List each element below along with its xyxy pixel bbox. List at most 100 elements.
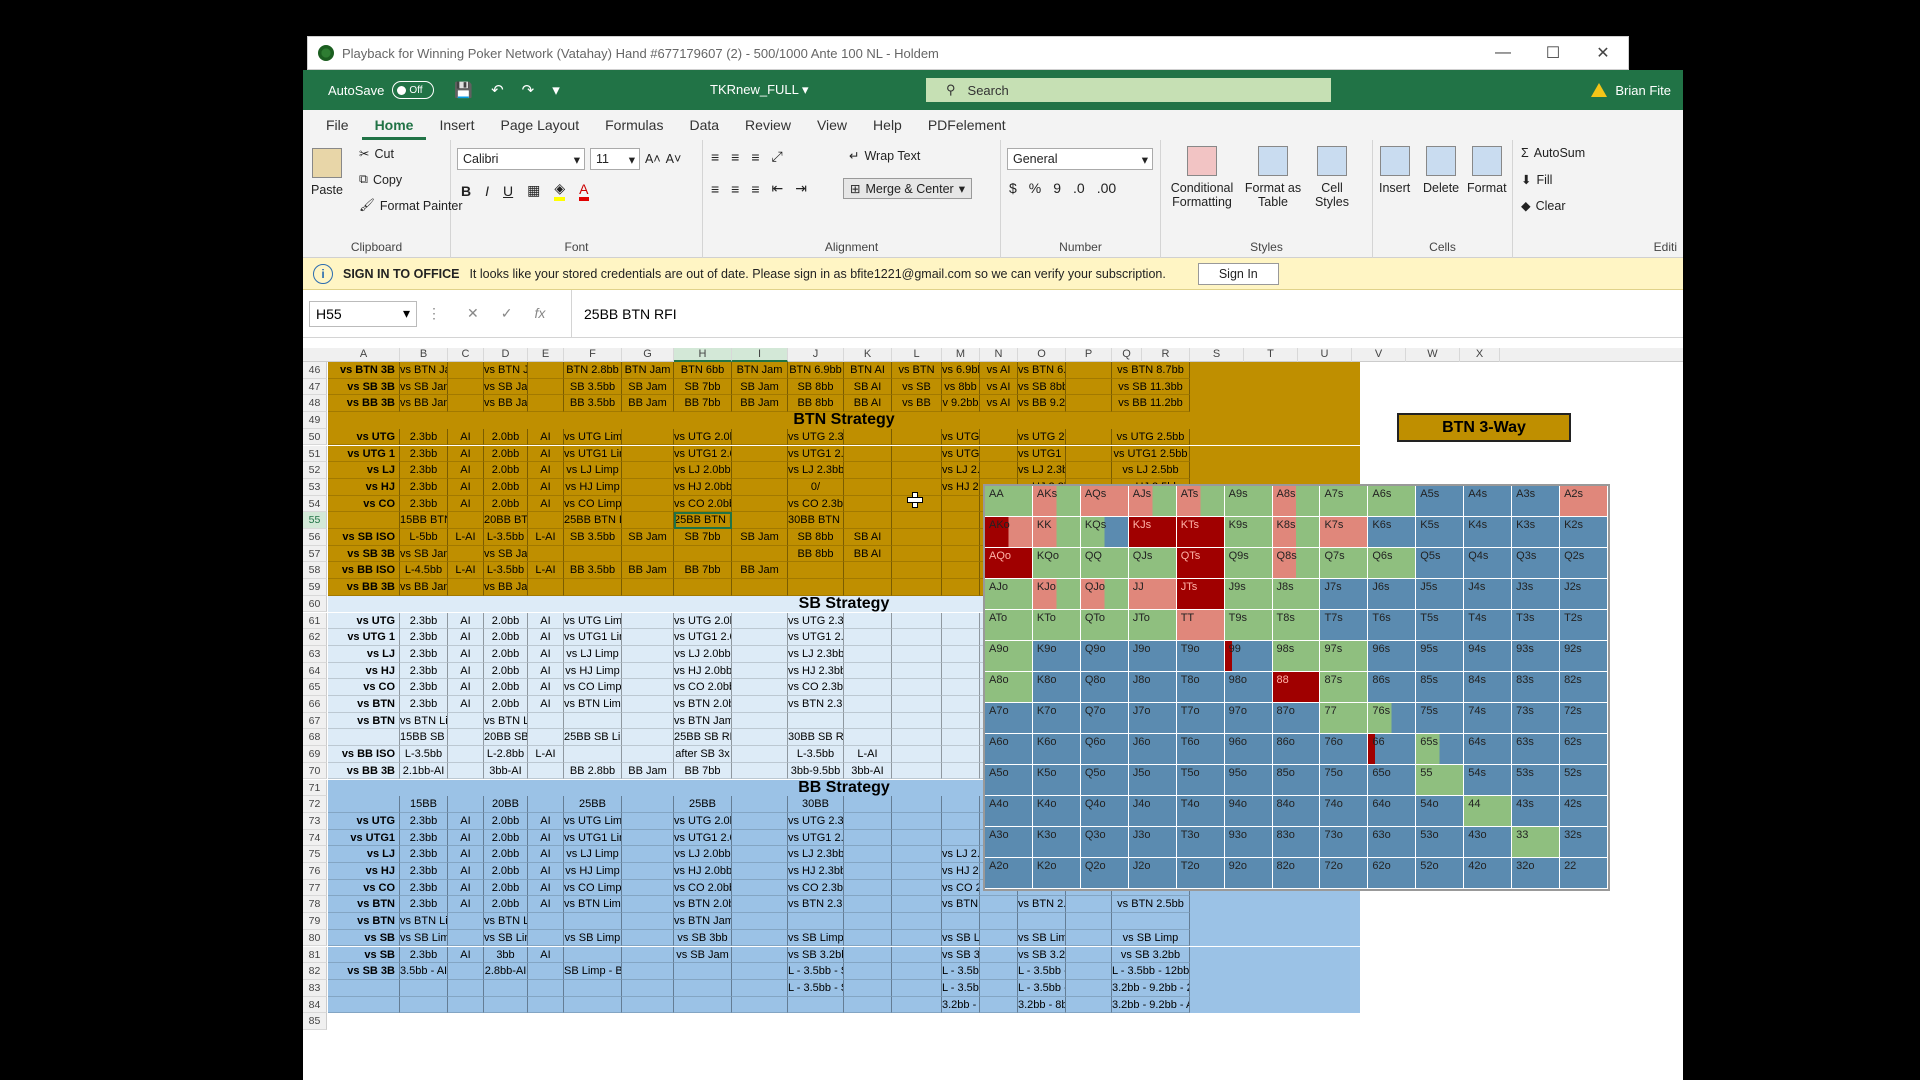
cell-k78[interactable] bbox=[844, 896, 892, 914]
hand-cell[interactable]: A3s bbox=[1512, 486, 1561, 517]
cell-k62[interactable] bbox=[844, 629, 892, 646]
cell-n81[interactable] bbox=[980, 946, 1018, 964]
hand-cell[interactable]: 76s bbox=[1368, 703, 1417, 734]
cell-g51[interactable] bbox=[622, 445, 674, 463]
cell-c56[interactable]: L-AI bbox=[448, 529, 484, 546]
hand-cell[interactable]: J4o bbox=[1128, 796, 1177, 827]
cell-r82[interactable]: L - 3.5bb - 12bb bbox=[1112, 963, 1190, 980]
cell-e70[interactable] bbox=[528, 762, 564, 780]
hand-cell[interactable]: J6s bbox=[1368, 579, 1417, 610]
cell-a48[interactable]: vs BB 3B bbox=[328, 395, 400, 413]
cell-l83[interactable] bbox=[892, 979, 942, 997]
cell-d57[interactable]: vs SB Jam bbox=[484, 545, 528, 563]
column-header-w[interactable]: W bbox=[1406, 348, 1460, 362]
worksheet-grid[interactable]: ABCDEFGHIJKLMNOPQRSTUVWX 46 47 48 49 50 51 52 5… bbox=[303, 338, 1683, 1058]
hand-cell[interactable]: 64o bbox=[1368, 796, 1417, 827]
cell-b76[interactable]: 2.3bb bbox=[400, 863, 448, 880]
cell-f73[interactable]: vs UTG Limp bbox=[564, 812, 622, 830]
row-header-50[interactable]: 50 bbox=[303, 428, 327, 446]
row-header-78[interactable]: 78 bbox=[303, 896, 327, 914]
hand-cell[interactable]: A5o bbox=[985, 765, 1033, 796]
borders-icon[interactable]: ▦ bbox=[527, 182, 540, 199]
cell-i76[interactable] bbox=[732, 863, 788, 880]
cell-f54[interactable]: vs CO Limp bbox=[564, 495, 622, 513]
hand-cell[interactable]: T6s bbox=[1368, 610, 1417, 641]
cell-a84[interactable] bbox=[328, 996, 400, 1014]
cell-l63[interactable] bbox=[892, 645, 942, 663]
row-header-64[interactable]: 64 bbox=[303, 662, 327, 680]
cell-b61[interactable]: 2.3bb bbox=[400, 612, 448, 630]
cell-f81[interactable] bbox=[564, 946, 622, 964]
merge-center-button[interactable]: ⊞ Merge & Center ▾ bbox=[843, 178, 972, 199]
cell-c58[interactable]: L-AI bbox=[448, 562, 484, 580]
cell-b72[interactable]: 15BB bbox=[400, 796, 448, 813]
cell-c67[interactable] bbox=[448, 712, 484, 730]
cell-m53[interactable]: vs HJ 2.3bb bbox=[942, 478, 980, 496]
cell-b51[interactable]: 2.3bb bbox=[400, 445, 448, 463]
cell-i57[interactable] bbox=[732, 545, 788, 563]
column-header-a[interactable]: A bbox=[328, 348, 400, 362]
cell-c62[interactable]: AI bbox=[448, 629, 484, 646]
hand-cell[interactable]: K6o bbox=[1032, 734, 1081, 765]
cell-f74[interactable]: vs UTG1 Limp bbox=[564, 829, 622, 847]
hand-cell[interactable]: Q6s bbox=[1368, 548, 1417, 579]
cell-i78[interactable] bbox=[732, 896, 788, 914]
row-header-74[interactable]: 74 bbox=[303, 829, 327, 847]
row-header-56[interactable]: 56 bbox=[303, 529, 327, 546]
tab-formulas[interactable]: Formulas bbox=[592, 117, 676, 140]
cell-e78[interactable]: AI bbox=[528, 896, 564, 914]
cell-n80[interactable] bbox=[980, 929, 1018, 947]
hand-cell[interactable]: KTo bbox=[1032, 610, 1081, 641]
cell-j66[interactable]: vs BTN 2.3bb bbox=[788, 696, 844, 713]
cell-d78[interactable]: 2.0bb bbox=[484, 896, 528, 914]
hand-cell[interactable]: Q8o bbox=[1080, 672, 1129, 703]
hand-cell[interactable]: 99 bbox=[1224, 641, 1273, 672]
cell-f79[interactable] bbox=[564, 913, 622, 930]
cell-g69[interactable] bbox=[622, 746, 674, 763]
hand-cell[interactable]: J9o bbox=[1128, 641, 1177, 672]
cell-g52[interactable] bbox=[622, 462, 674, 479]
row-header-73[interactable]: 73 bbox=[303, 812, 327, 830]
hand-cell[interactable]: 94s bbox=[1464, 641, 1513, 672]
cell-l57[interactable] bbox=[892, 545, 942, 563]
row-header-47[interactable]: 47 bbox=[303, 378, 327, 396]
cell-m84[interactable]: 3.2bb - 8.1bb - AI bbox=[942, 996, 980, 1014]
autosave[interactable]: AutoSave Off bbox=[328, 81, 435, 99]
column-header-h[interactable]: H bbox=[674, 348, 732, 362]
align-left-icon[interactable]: ≡ bbox=[711, 181, 719, 197]
cell-p48[interactable] bbox=[1066, 395, 1112, 413]
column-header-n[interactable]: N bbox=[980, 348, 1018, 362]
cell-d75[interactable]: 2.0bb bbox=[484, 846, 528, 863]
cell-d77[interactable]: 2.0bb bbox=[484, 879, 528, 897]
hand-cell[interactable]: 93o bbox=[1224, 827, 1273, 858]
align-center-icon[interactable]: ≡ bbox=[731, 181, 739, 197]
cell-o50[interactable]: vs UTG 2.3bb bbox=[1018, 428, 1066, 446]
cell-b81[interactable]: 2.3bb bbox=[400, 946, 448, 964]
comma-icon[interactable]: 9 bbox=[1053, 180, 1061, 196]
cell-m47[interactable]: vs 8bb bbox=[942, 378, 980, 396]
hand-cell[interactable]: 95o bbox=[1224, 765, 1273, 796]
cell-l72[interactable] bbox=[892, 796, 942, 813]
cell-f75[interactable]: vs LJ Limp bbox=[564, 846, 622, 863]
cell-g80[interactable] bbox=[622, 929, 674, 947]
cell-g61[interactable] bbox=[622, 612, 674, 630]
cell-j53[interactable]: 0/ bbox=[788, 478, 844, 496]
hand-cell[interactable]: A6o bbox=[985, 734, 1033, 765]
cell-i75[interactable] bbox=[732, 846, 788, 863]
hand-cell[interactable]: 98s bbox=[1272, 641, 1321, 672]
cell-c72[interactable] bbox=[448, 796, 484, 813]
cell-l74[interactable] bbox=[892, 829, 942, 847]
hand-cell[interactable]: A9o bbox=[985, 641, 1033, 672]
cell-k75[interactable] bbox=[844, 846, 892, 863]
wrap-text-button[interactable]: ↵ Wrap Text bbox=[849, 148, 920, 164]
hand-cell[interactable]: 86s bbox=[1368, 672, 1417, 703]
cell-e63[interactable]: AI bbox=[528, 645, 564, 663]
cell-i66[interactable] bbox=[732, 696, 788, 713]
cell-p79[interactable] bbox=[1066, 913, 1112, 930]
cell-d72[interactable]: 20BB bbox=[484, 796, 528, 813]
format-as-table-button[interactable]: Format as Table bbox=[1243, 146, 1303, 209]
cell-f76[interactable]: vs HJ Limp bbox=[564, 863, 622, 880]
cell-a54[interactable]: vs CO bbox=[328, 495, 400, 513]
cell-d53[interactable]: 2.0bb bbox=[484, 478, 528, 496]
hand-cell[interactable]: 42s bbox=[1560, 796, 1608, 827]
